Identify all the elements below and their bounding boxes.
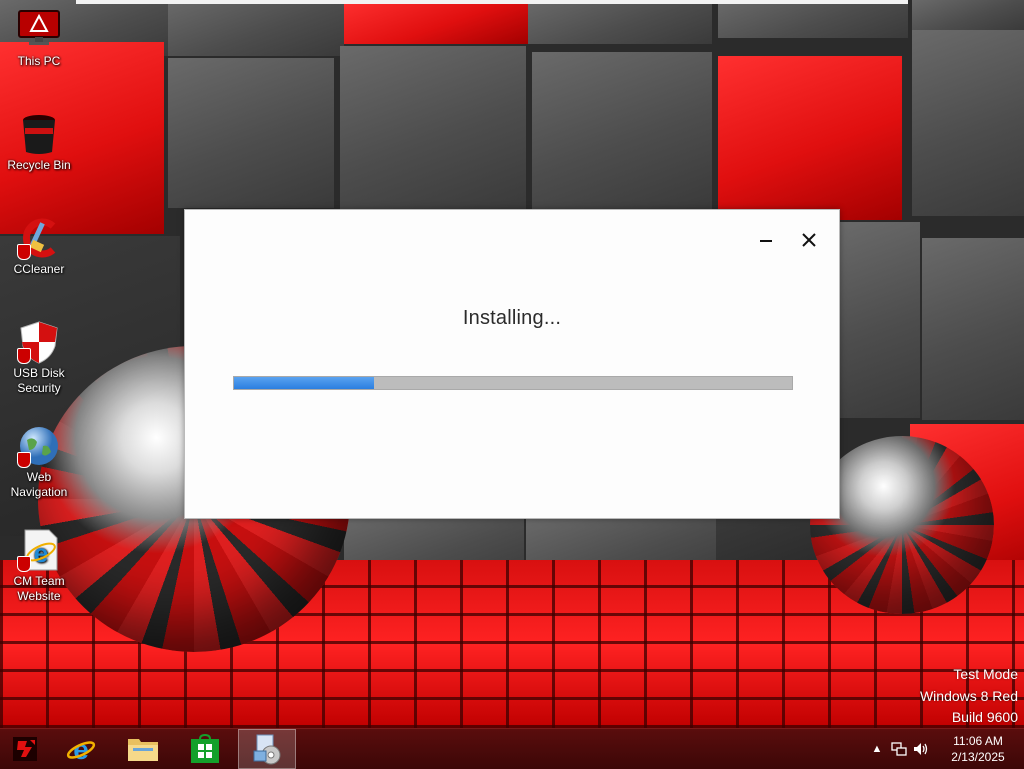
taskbar-file-explorer[interactable] — [116, 729, 170, 769]
wallpaper-cube — [912, 0, 1024, 30]
clock-date: 2/13/2025 — [951, 750, 1005, 764]
taskbar-clock[interactable]: 11:06 AM 2/13/2025 — [932, 733, 1024, 765]
wallpaper-cube — [340, 46, 526, 210]
desktop-icon-ccleaner[interactable]: CCleaner — [4, 216, 74, 277]
taskbar-installer[interactable] — [238, 729, 296, 769]
desktop-icon-label: Web Navigation — [10, 470, 68, 499]
desktop-icon-usb-disk-security[interactable]: USB Disk Security — [4, 320, 74, 396]
taskbar-internet-explorer[interactable]: e — [54, 729, 108, 769]
shortcut-badge-icon — [17, 556, 31, 572]
minimize-button[interactable] — [751, 226, 781, 254]
desktop-icon-label: CCleaner — [13, 262, 65, 276]
shortcut-badge-icon — [17, 244, 31, 260]
wallpaper-cube — [168, 0, 344, 56]
internet-explorer-icon: e — [66, 734, 96, 765]
desktop-icon-web-navigation[interactable]: Web Navigation — [4, 424, 74, 500]
desktop-icon-this-pc[interactable]: This PC — [4, 8, 74, 69]
computer-icon — [17, 8, 61, 52]
wallpaper-cube — [838, 222, 920, 418]
wallpaper-cube — [912, 30, 1024, 216]
test-mode-watermark: Test Mode Windows 8 Red Build 9600 — [920, 664, 1018, 728]
folder-icon — [128, 739, 158, 761]
internet-explorer-icon: e — [17, 528, 61, 572]
svg-text:e: e — [73, 734, 89, 765]
svg-text:e: e — [34, 538, 48, 568]
start-button[interactable] — [0, 729, 50, 769]
recycle-bin-icon — [17, 112, 61, 156]
show-hidden-icons-icon: ▲ — [871, 743, 883, 755]
wallpaper-cube — [718, 56, 902, 220]
watermark-line: Build 9600 — [951, 709, 1018, 725]
installer-dialog: Installing... — [184, 209, 840, 519]
volume-button[interactable] — [910, 729, 932, 769]
close-icon — [802, 233, 816, 247]
clock-time: 11:06 AM — [953, 734, 1003, 748]
wallpaper-cube — [528, 0, 712, 44]
wallpaper-cube — [922, 238, 1024, 420]
installer-icon — [253, 734, 281, 765]
network-icon — [891, 742, 907, 756]
show-hidden-icons-button[interactable]: ▲ — [866, 729, 888, 769]
taskbar: e ▲ 11:06 AM 2/13/2025 — [0, 728, 1024, 769]
wallpaper-cube — [344, 0, 528, 44]
wallpaper-cube — [532, 52, 712, 210]
progress-fill — [234, 377, 374, 389]
network-button[interactable] — [888, 729, 910, 769]
wallpaper-cube — [718, 0, 908, 38]
shortcut-badge-icon — [17, 348, 31, 364]
desktop-icon-recycle-bin[interactable]: Recycle Bin — [4, 112, 74, 173]
desktop-icon-label: This PC — [17, 54, 61, 68]
desktop-icon-label: USB Disk Security — [13, 366, 65, 395]
ccleaner-icon — [17, 216, 61, 260]
desktop-icon-label: CM Team Website — [13, 574, 65, 603]
desktop-icon-cm-team-website[interactable]: e CM Team Website — [4, 528, 74, 604]
install-progress-bar — [233, 376, 793, 390]
close-button[interactable] — [794, 226, 824, 254]
wallpaper-cube — [168, 58, 334, 208]
watermark-line: Test Mode — [953, 666, 1018, 682]
window-edge-strip — [76, 0, 908, 4]
install-status-text: Installing... — [462, 307, 562, 329]
minimize-icon — [760, 240, 772, 242]
desktop-icon-label: Recycle Bin — [7, 158, 71, 172]
shortcut-badge-icon — [17, 452, 31, 468]
taskbar-store[interactable] — [178, 729, 232, 769]
start-logo-icon — [13, 737, 37, 761]
shield-icon — [17, 320, 61, 364]
globe-icon — [17, 424, 61, 468]
system-tray: ▲ 11:06 AM 2/13/2025 — [866, 729, 1024, 769]
watermark-line: Windows 8 Red — [919, 687, 1018, 704]
store-icon — [191, 734, 219, 763]
volume-icon — [914, 743, 928, 755]
